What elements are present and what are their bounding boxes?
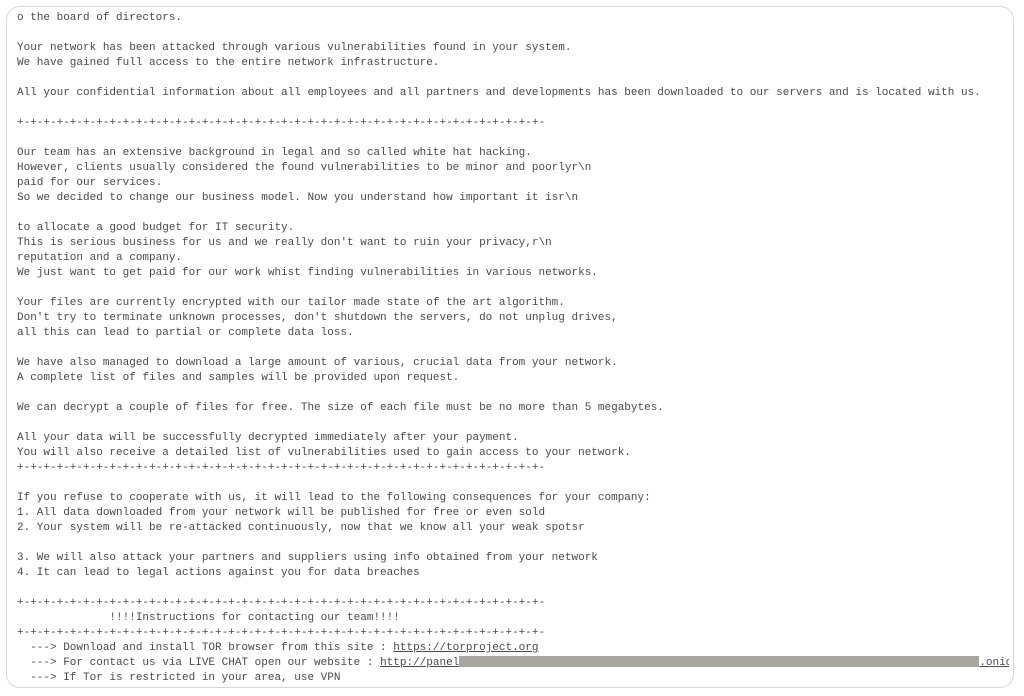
redacted-url-host	[459, 656, 979, 667]
instructions-title: !!!!Instructions for contacting our team…	[17, 612, 400, 624]
text-line: However, clients usually considered the …	[17, 162, 591, 174]
ransom-note-body: o the board of directors. Your network h…	[11, 7, 1009, 683]
live-chat-link[interactable]: http://panel	[380, 657, 459, 669]
text-line: 2. Your system will be re-attacked conti…	[17, 522, 585, 534]
text-line: A complete list of files and samples wil…	[17, 372, 459, 384]
contact-text: ---> For contact us via LIVE CHAT open o…	[17, 657, 380, 669]
text-line: paid for our services.	[17, 177, 162, 189]
text-line: all this can lead to partial or complete…	[17, 327, 354, 339]
text-line: So we decided to change our business mod…	[17, 192, 578, 204]
text-line: This is serious business for us and we r…	[17, 237, 552, 249]
separator-line: +-+-+-+-+-+-+-+-+-+-+-+-+-+-+-+-+-+-+-+-…	[17, 117, 545, 129]
text-line: If you refuse to cooperate with us, it w…	[17, 492, 651, 504]
text-line: Your network has been attacked through v…	[17, 42, 572, 54]
text-line: You will also receive a detailed list of…	[17, 447, 631, 459]
contact-line: ---> For contact us via LIVE CHAT open o…	[17, 657, 1009, 669]
contact-text: ---> Download and install TOR browser fr…	[17, 642, 393, 654]
separator-line: +-+-+-+-+-+-+-+-+-+-+-+-+-+-+-+-+-+-+-+-…	[17, 597, 545, 609]
text-line: We have gained full access to the entire…	[17, 57, 439, 69]
separator-line: +-+-+-+-+-+-+-+-+-+-+-+-+-+-+-+-+-+-+-+-…	[17, 462, 545, 474]
text-line: We just want to get paid for our work wh…	[17, 267, 598, 279]
text-line: Your files are currently encrypted with …	[17, 297, 565, 309]
text-line: We have also managed to download a large…	[17, 357, 618, 369]
text-line: 4. It can lead to legal actions against …	[17, 567, 420, 579]
text-line: to allocate a good budget for IT securit…	[17, 222, 294, 234]
text-line: Don't try to terminate unknown processes…	[17, 312, 618, 324]
onion-suffix: .onion/Url=	[979, 657, 1009, 669]
ransom-note-frame: o the board of directors. Your network h…	[6, 6, 1014, 688]
text-line: Our team has an extensive background in …	[17, 147, 532, 159]
text-line: 1. All data downloaded from your network…	[17, 507, 545, 519]
contact-line: ---> If Tor is restricted in your area, …	[17, 672, 340, 683]
tor-download-link[interactable]: https://torproject.org	[393, 642, 538, 654]
text-line: All your confidential information about …	[17, 87, 981, 99]
text-line: reputation and a company.	[17, 252, 182, 264]
separator-line: +-+-+-+-+-+-+-+-+-+-+-+-+-+-+-+-+-+-+-+-…	[17, 627, 545, 639]
text-line: We can decrypt a couple of files for fre…	[17, 402, 664, 414]
text-line: 3. We will also attack your partners and…	[17, 552, 598, 564]
contact-line: ---> Download and install TOR browser fr…	[17, 642, 539, 654]
text-line: All your data will be successfully decry…	[17, 432, 519, 444]
text-line: o the board of directors.	[17, 12, 182, 24]
